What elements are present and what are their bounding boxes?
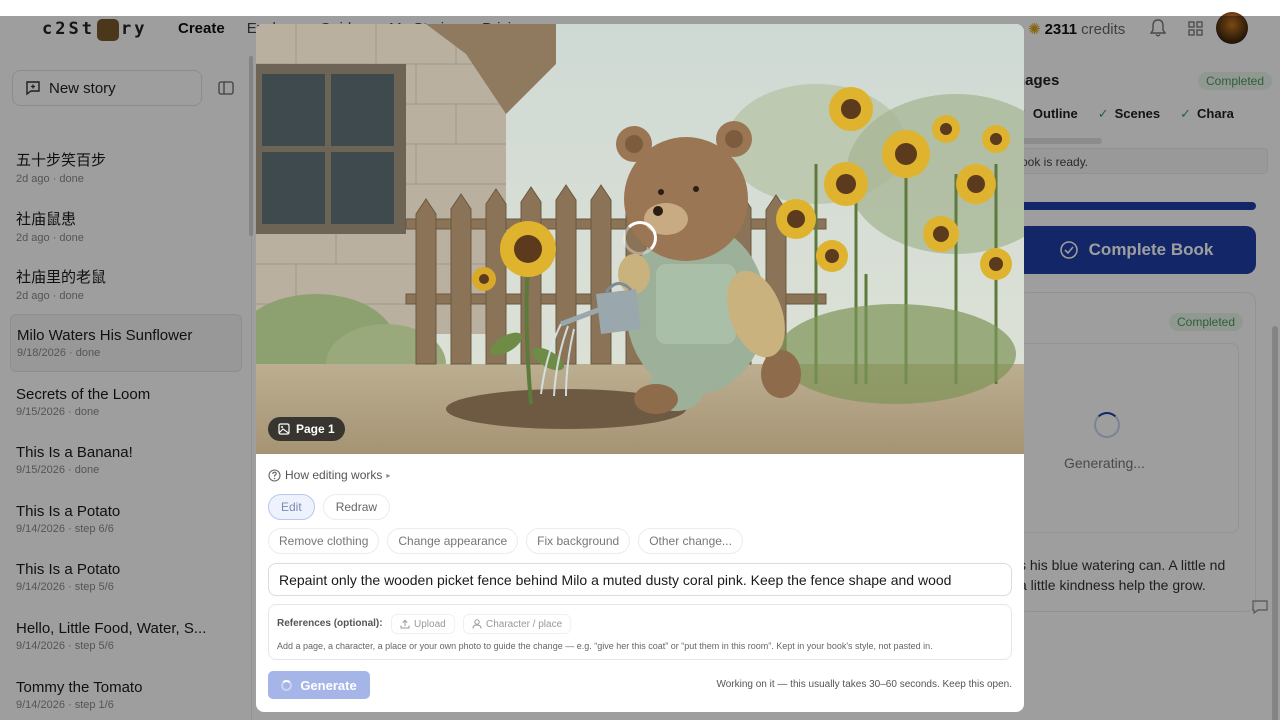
chevron-right-icon: ▸ — [386, 470, 391, 480]
chip-fix-background[interactable]: Fix background — [526, 528, 631, 554]
chip-change-appearance[interactable]: Change appearance — [387, 528, 519, 554]
image-icon — [278, 423, 290, 435]
page-badge-label: Page 1 — [296, 422, 335, 436]
upload-button[interactable]: Upload — [391, 614, 455, 634]
how-editing-works-toggle[interactable]: How editing works ▸ — [268, 468, 390, 482]
generate-button[interactable]: Generate — [268, 671, 370, 699]
references-hint: Add a page, a character, a place or your… — [277, 641, 933, 651]
generate-label: Generate — [300, 677, 357, 693]
working-status: Working on it — this usually takes 30–60… — [716, 679, 1012, 690]
tab-edit[interactable]: Edit — [268, 494, 315, 520]
tab-redraw[interactable]: Redraw — [322, 494, 391, 520]
character-place-button[interactable]: Character / place — [463, 614, 572, 634]
button-spinner-icon — [281, 679, 293, 691]
edit-page-modal: Page 1 How editing works ▸ Edit Redraw R… — [256, 24, 1024, 712]
upload-icon — [400, 619, 410, 629]
character-place-label: Character / place — [486, 618, 563, 630]
user-icon — [472, 619, 482, 629]
loading-spinner — [623, 221, 657, 255]
references-label: References (optional): — [277, 618, 383, 629]
mode-tabs: Edit Redraw — [268, 494, 391, 520]
page-badge: Page 1 — [268, 417, 345, 441]
quick-edit-chips: Remove clothing Change appearance Fix ba… — [268, 528, 743, 554]
chip-remove-clothing[interactable]: Remove clothing — [268, 528, 380, 554]
chip-other-change[interactable]: Other change... — [638, 528, 743, 554]
help-circle-icon — [268, 468, 281, 482]
references-box: References (optional): Upload Character … — [268, 604, 1012, 660]
sunflower-left — [500, 221, 556, 277]
how-editing-works-label: How editing works — [285, 468, 383, 482]
edit-prompt-input[interactable] — [268, 563, 1012, 596]
upload-label: Upload — [414, 618, 446, 630]
page-illustration: Page 1 — [256, 24, 1024, 454]
